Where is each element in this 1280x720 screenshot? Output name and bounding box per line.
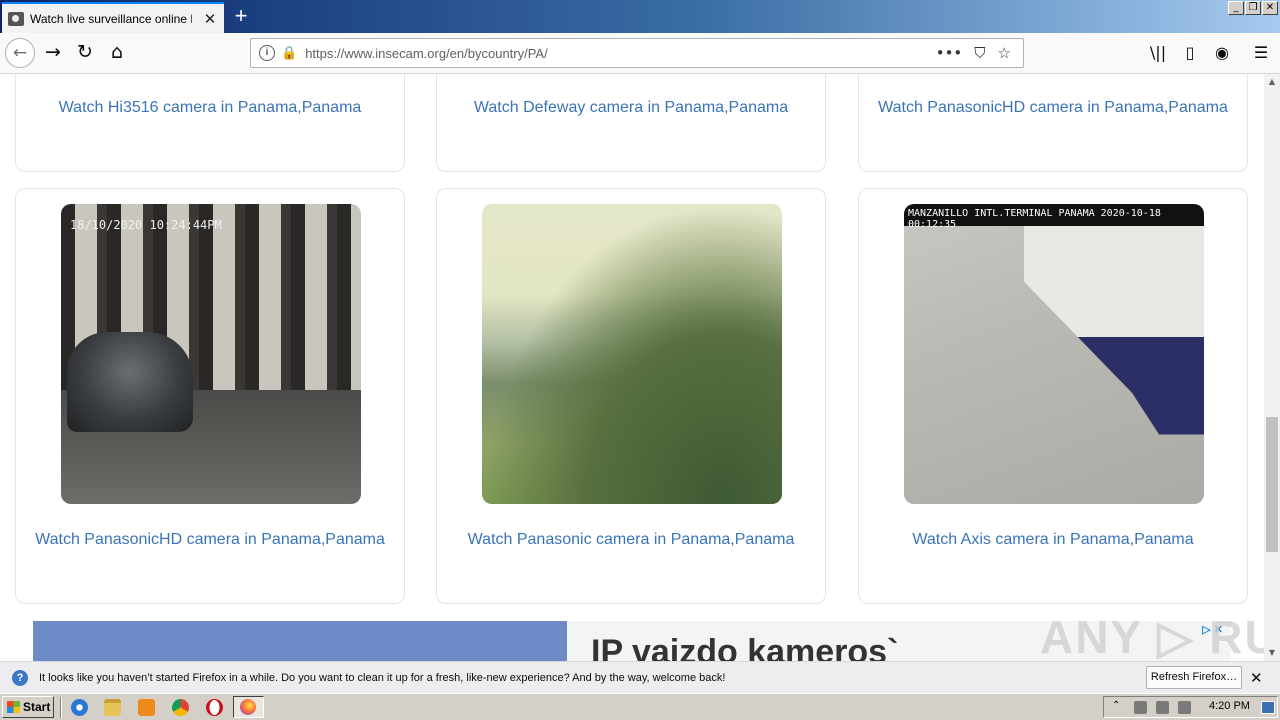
anyrun-watermark: ANY ▷ RUN (1040, 611, 1264, 661)
tab-title: Watch live surveillance online IP ca (30, 11, 192, 26)
camera-snapshot[interactable]: 18/10/2020 10:24:44PM (61, 204, 361, 504)
chrome-icon[interactable] (172, 699, 189, 716)
info-icon[interactable]: i (259, 45, 275, 61)
camera-link[interactable]: Watch Hi3516 camera in Panama,Panama (16, 99, 404, 117)
forward-button[interactable]: → (38, 38, 68, 68)
flag-icon[interactable] (1178, 701, 1191, 714)
vertical-scrollbar[interactable]: ▲ ▼ (1264, 74, 1280, 661)
start-button[interactable]: Start (2, 696, 54, 718)
firefox-taskbar-button[interactable] (233, 696, 264, 718)
camera-link[interactable]: Watch Axis camera in Panama,Panama (859, 531, 1247, 549)
account-icon[interactable]: ◉ (1210, 41, 1234, 65)
camera-card: Watch Defeway camera in Panama,Panama (436, 74, 826, 172)
terminal-wall-shape (1024, 226, 1204, 504)
camera-favicon-icon (8, 11, 24, 26)
sidebar-icon[interactable]: ▯ (1178, 41, 1202, 65)
url-text[interactable]: https://www.insecam.org/en/bycountry/PA/ (305, 46, 936, 61)
page-actions-icon[interactable]: ••• (936, 44, 963, 62)
lock-warning-icon[interactable]: 🔒 (281, 45, 297, 61)
camera-link[interactable]: Watch PanasonicHD camera in Panama,Panam… (16, 531, 404, 549)
internet-explorer-icon[interactable] (71, 699, 88, 716)
window-controls: _ ❐ ✕ (1228, 1, 1278, 15)
camera-snapshot[interactable] (482, 204, 782, 504)
new-tab-button[interactable]: + (228, 4, 254, 30)
network-icon[interactable] (1156, 701, 1169, 714)
taskbar: Start ⌃ 4:20 PM (0, 693, 1280, 720)
url-bar[interactable]: i 🔒 https://www.insecam.org/en/bycountry… (250, 38, 1024, 68)
scroll-thumb[interactable] (1266, 417, 1278, 552)
camera-link[interactable]: Watch Defeway camera in Panama,Panama (437, 99, 825, 117)
camera-card: 18/10/2020 10:24:44PM Watch PanasonicHD … (15, 188, 405, 604)
notification-bar: ? It looks like you haven’t started Fire… (0, 661, 1280, 693)
browser-tab[interactable]: Watch live surveillance online IP ca ✕ (2, 2, 224, 33)
camera-timestamp: 18/10/2020 10:24:44PM (70, 218, 222, 232)
windows-logo-icon (7, 701, 20, 713)
media-player-icon[interactable] (138, 699, 155, 716)
scroll-up-icon[interactable]: ▲ (1264, 74, 1280, 90)
tray-chevron-icon[interactable]: ⌃ (1112, 700, 1120, 711)
help-icon: ? (12, 669, 28, 686)
navigation-bar: ← → ↻ ⌂ i 🔒 https://www.insecam.org/en/b… (0, 33, 1280, 74)
minimize-button[interactable]: _ (1228, 1, 1244, 15)
menu-icon[interactable]: ☰ (1249, 41, 1273, 65)
camera-link[interactable]: Watch Panasonic camera in Panama,Panama (437, 531, 825, 549)
close-window-button[interactable]: ✕ (1262, 1, 1278, 15)
volume-icon[interactable] (1134, 701, 1147, 714)
tab-close-icon[interactable]: ✕ (202, 10, 218, 28)
camera-card: Watch PanasonicHD camera in Panama,Panam… (858, 74, 1248, 172)
title-bar: Watch live surveillance online IP ca ✕ +… (0, 0, 1280, 33)
notification-text: It looks like you haven’t started Firefo… (39, 671, 726, 684)
library-icon[interactable]: \|| (1146, 41, 1170, 65)
camera-card: MANZANILLO INTL.TERMINAL PANAMA 2020-10-… (858, 188, 1248, 604)
camera-timestamp: MANZANILLO INTL.TERMINAL PANAMA 2020-10-… (908, 208, 1161, 230)
car-shape (67, 332, 193, 432)
camera-card: Watch Hi3516 camera in Panama,Panama (15, 74, 405, 172)
page-content: Watch Hi3516 camera in Panama,Panama Wat… (0, 74, 1264, 661)
start-label: Start (23, 700, 51, 714)
back-button[interactable]: ← (5, 38, 35, 68)
pocket-icon[interactable]: ⛉ (974, 44, 985, 62)
refresh-firefox-button[interactable]: Refresh Firefox… (1146, 666, 1242, 689)
home-button[interactable]: ⌂ (102, 38, 132, 68)
camera-snapshot[interactable]: MANZANILLO INTL.TERMINAL PANAMA 2020-10-… (904, 204, 1204, 504)
ad-headline[interactable]: IP vaizdo kameros` (591, 633, 898, 661)
taskbar-separator (60, 697, 62, 718)
close-icon[interactable]: ✕ (1250, 669, 1263, 687)
system-tray: ⌃ 4:20 PM (1103, 696, 1278, 718)
camera-card: Watch Panasonic camera in Panama,Panama (436, 188, 826, 604)
bookmark-star-icon[interactable]: ☆ (998, 44, 1011, 62)
ad-image[interactable] (33, 621, 567, 661)
reload-button[interactable]: ↻ (70, 38, 100, 68)
camera-link[interactable]: Watch PanasonicHD camera in Panama,Panam… (859, 99, 1247, 117)
scroll-down-icon[interactable]: ▼ (1264, 645, 1280, 661)
opera-icon[interactable] (206, 699, 223, 716)
show-desktop-icon[interactable] (1261, 701, 1275, 714)
restore-button[interactable]: ❐ (1245, 1, 1261, 15)
folder-icon[interactable] (104, 699, 121, 716)
clock[interactable]: 4:20 PM (1209, 700, 1250, 712)
